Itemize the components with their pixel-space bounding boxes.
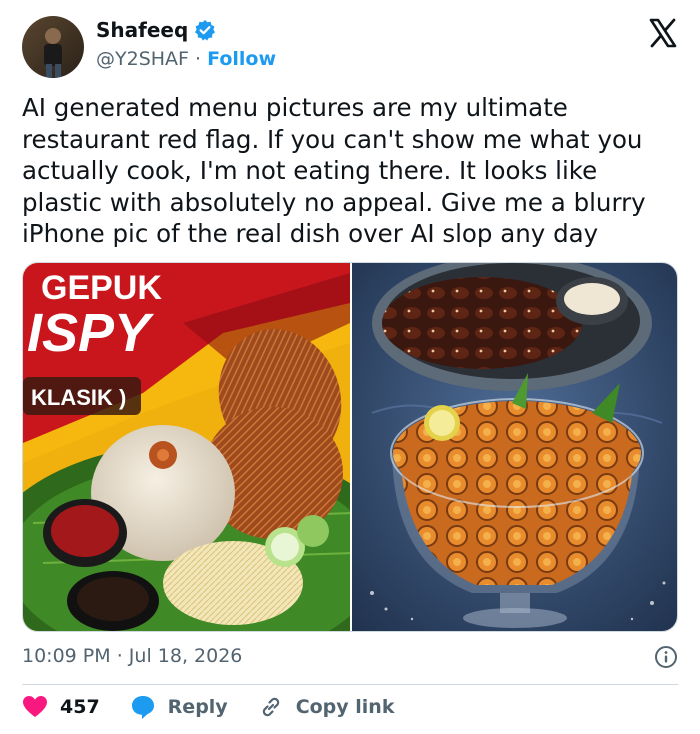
follow-button[interactable]: Follow: [207, 48, 276, 70]
meta-separator: ·: [116, 645, 129, 667]
handle[interactable]: @Y2SHAF: [96, 48, 189, 70]
like-button[interactable]: 457: [22, 694, 100, 720]
reply-label: Reply: [167, 696, 228, 718]
poster-title-line1: GEPUK: [41, 269, 162, 307]
reply-button[interactable]: Reply: [130, 694, 228, 720]
display-name[interactable]: Shafeeq: [96, 18, 188, 42]
copy-link-label: Copy link: [295, 696, 395, 718]
poster-title-line2: ISPY: [27, 303, 155, 363]
poster-subtitle: KLASIK ): [31, 385, 126, 410]
x-logo-icon[interactable]: [648, 18, 678, 48]
tweet-header: Shafeeq @Y2SHAF · Follow: [22, 16, 682, 78]
handle-separator: ·: [195, 48, 208, 70]
avatar[interactable]: [22, 16, 84, 78]
verified-badge-icon: [194, 19, 216, 41]
like-count: 457: [60, 696, 100, 718]
info-icon[interactable]: [654, 645, 678, 669]
tweet-meta: 10:09 PM · Jul 18, 2026: [22, 645, 678, 671]
copy-link-button[interactable]: Copy link: [258, 694, 395, 720]
tweet-date[interactable]: Jul 18, 2026: [129, 645, 243, 667]
reply-bubble-icon: [131, 696, 154, 719]
heart-icon: [23, 696, 47, 717]
tweet-time[interactable]: 10:09 PM: [22, 645, 111, 667]
handle-row: @Y2SHAF · Follow: [96, 48, 276, 70]
tweet-media[interactable]: GEPUK ISPY KLASIK ): [22, 262, 678, 632]
link-icon: [262, 697, 279, 717]
action-bar: 457 Reply Copy link: [22, 694, 424, 720]
tweet-text: AI generated menu pictures are my ultima…: [22, 93, 646, 248]
divider: [22, 684, 678, 685]
media-image-shrimp-bowl[interactable]: [352, 263, 677, 631]
media-image-nasi-gepuk[interactable]: GEPUK ISPY KLASIK ): [23, 263, 350, 631]
